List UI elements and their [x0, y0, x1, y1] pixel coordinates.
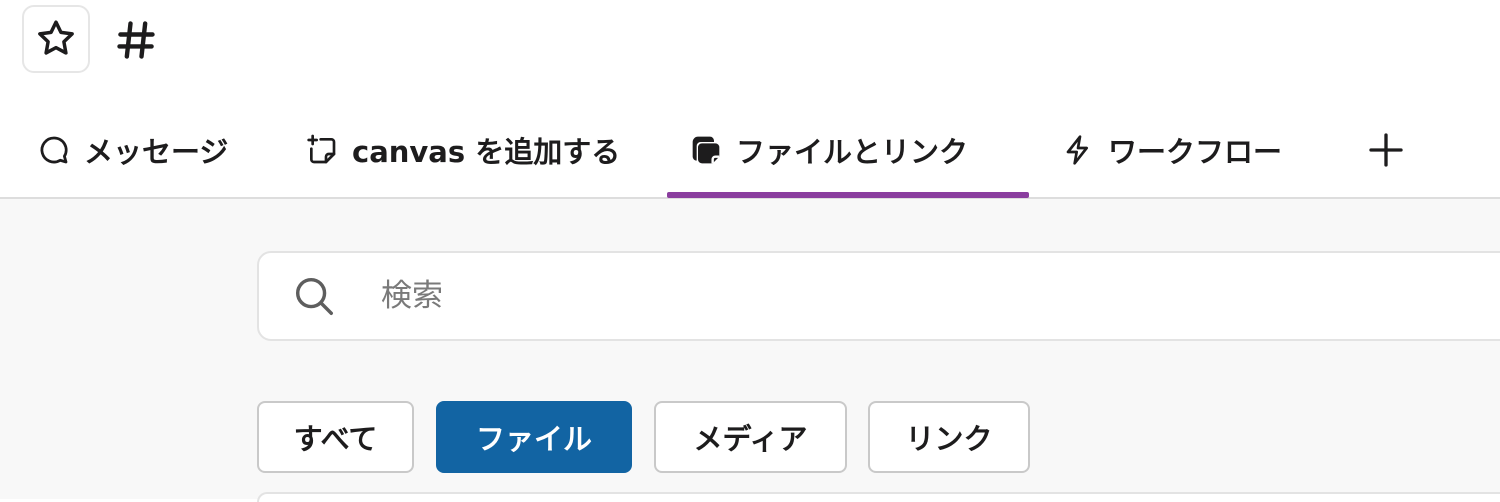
- results-list-top: [257, 492, 1500, 502]
- filter-label: すべて: [293, 422, 378, 456]
- active-tab-indicator: [667, 192, 1029, 198]
- filter-links-button[interactable]: リンク: [868, 401, 1030, 473]
- star-icon: [38, 20, 74, 55]
- channel-header: メッセージ canvas を追加する ファイルとリンク ワークフロー: [0, 0, 1500, 199]
- search-icon: [295, 277, 333, 315]
- filter-all-button[interactable]: すべて: [257, 401, 414, 473]
- canvas-add-icon: [306, 134, 338, 166]
- search-box[interactable]: [257, 251, 1500, 341]
- tab-label: ファイルとリンク: [736, 135, 969, 169]
- tab-label: canvas を追加する: [352, 135, 621, 169]
- filter-label: メディア: [693, 422, 808, 456]
- filter-files-button[interactable]: ファイル: [436, 401, 632, 473]
- tab-files-and-links[interactable]: ファイルとリンク: [690, 120, 968, 180]
- hash-icon: [117, 21, 155, 59]
- tab-messages[interactable]: メッセージ: [38, 120, 228, 180]
- tab-workflow[interactable]: ワークフロー: [1062, 120, 1282, 180]
- filter-media-button[interactable]: メディア: [654, 401, 847, 473]
- files-icon: [690, 134, 722, 166]
- message-bubble-icon: [38, 134, 70, 166]
- filter-label: ファイル: [475, 422, 592, 456]
- plus-icon[interactable]: [1366, 130, 1406, 170]
- tab-label: メッセージ: [84, 135, 229, 169]
- star-channel-button[interactable]: [22, 5, 90, 73]
- tab-add-canvas[interactable]: canvas を追加する: [306, 120, 620, 180]
- tab-label: ワークフロー: [1108, 135, 1283, 169]
- lightning-icon: [1062, 134, 1094, 166]
- filter-label: リンク: [905, 422, 993, 456]
- files-panel: すべて ファイル メディア リンク: [0, 199, 1500, 502]
- search-input[interactable]: [379, 277, 1083, 315]
